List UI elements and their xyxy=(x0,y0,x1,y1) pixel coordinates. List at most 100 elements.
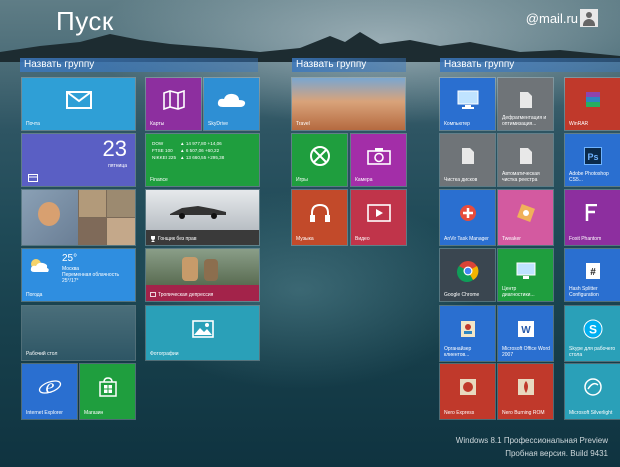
tile-racing[interactable]: Гонщик без прав xyxy=(145,189,260,246)
tile-nero-express[interactable]: Nero Express xyxy=(439,363,496,420)
calendar-icon xyxy=(28,174,38,182)
tile-label: Центр диагностики... xyxy=(502,286,535,298)
tile-label: Музыка xyxy=(296,236,314,242)
photoshop-icon: Ps xyxy=(583,146,602,165)
people-photo xyxy=(107,218,135,245)
monitor-icon xyxy=(516,262,535,279)
xbox-controller-icon xyxy=(309,145,330,166)
tile-label: AnVir Task Manager xyxy=(444,236,489,242)
tile-tweaker[interactable]: Tweaker xyxy=(497,189,554,246)
tile-label: Магазин xyxy=(84,410,104,416)
tile-label: SkyDrive xyxy=(208,121,229,127)
tile-maps[interactable]: Карты xyxy=(145,77,202,131)
tile-mail[interactable]: Почта xyxy=(21,77,136,131)
people-photo xyxy=(107,190,135,217)
tile-photoshop[interactable]: Ps Adobe Photoshop CS5... xyxy=(564,133,620,187)
news-image xyxy=(146,249,259,285)
photo-icon xyxy=(191,319,214,338)
calendar-day: 23 xyxy=(102,136,127,161)
tile-label: Гонщик без прав xyxy=(158,236,197,242)
people-photo xyxy=(79,218,106,245)
group-header-3[interactable]: Назвать группу xyxy=(440,58,620,72)
tile-store[interactable]: Магазин xyxy=(79,363,136,420)
tile-hashsplitter[interactable]: # Hash Splitter Configuration xyxy=(564,248,620,302)
tile-word[interactable]: W Microsoft Office Word 2007 xyxy=(497,305,554,362)
finance-list: DOW ▲ 14 977,80 +14,06 FTSE 100 ▲ 6 507,06… xyxy=(152,140,224,161)
video-play-icon xyxy=(366,204,391,222)
tile-weather[interactable]: 25° Москва Переменная облачность 25°/17°… xyxy=(21,248,136,302)
tile-organizer[interactable]: Органайзер клиентов... xyxy=(439,305,496,362)
chrome-icon xyxy=(456,260,478,282)
tile-winrar[interactable]: WinRAR xyxy=(564,77,620,131)
tile-computer[interactable]: Компьютер xyxy=(439,77,496,131)
nero-burning-icon xyxy=(517,379,534,396)
user-account-name[interactable]: @mail.ru xyxy=(526,11,578,26)
tile-travel[interactable]: Travel xyxy=(291,77,406,131)
tile-label: Погода xyxy=(26,292,43,298)
tile-label: Видео xyxy=(355,236,370,242)
camera-icon xyxy=(366,147,391,165)
tile-label: Чистка дисков xyxy=(444,177,478,183)
tile-regclean[interactable]: Автоматическая чистка реестра xyxy=(497,133,554,187)
tile-photos[interactable]: Фотографии xyxy=(145,305,260,361)
trophy-icon xyxy=(151,236,155,242)
tile-label: Камера xyxy=(355,177,373,183)
tile-label: Microsoft Silverlight xyxy=(569,410,613,416)
tile-label: Hash Splitter Configuration xyxy=(569,286,599,298)
nero-icon xyxy=(459,379,476,396)
tile-chrome[interactable]: Google Chrome xyxy=(439,248,496,302)
document-icon xyxy=(461,147,474,164)
tile-music[interactable]: Музыка xyxy=(291,189,348,246)
tile-internet-explorer[interactable]: e Internet Explorer xyxy=(21,363,78,420)
weather-range: 25°/17° xyxy=(62,278,79,284)
group-header-1[interactable]: Назвать группу xyxy=(20,58,258,72)
tile-label: Microsoft Office Word 2007 xyxy=(502,346,550,358)
tile-antivir[interactable]: AnVir Task Manager xyxy=(439,189,496,246)
tile-label: Органайзер клиентов... xyxy=(444,346,472,358)
tile-news[interactable]: Тропическая депрессия xyxy=(145,248,260,302)
tile-label: Карты xyxy=(150,121,165,127)
document-icon xyxy=(519,91,532,108)
partly-cloudy-icon xyxy=(30,259,49,272)
race-car-icon xyxy=(170,206,226,219)
person-face-icon xyxy=(38,202,60,226)
finance-row: FTSE 100 ▲ 6 507,06 +60,22 xyxy=(152,148,220,153)
svg-text:#: # xyxy=(590,267,596,278)
start-title: Пуск xyxy=(56,6,114,36)
tile-label: Skype для рабочего стола xyxy=(569,346,616,358)
tweaker-icon xyxy=(516,204,535,223)
user-avatar-icon[interactable] xyxy=(580,9,598,27)
tile-defrag[interactable]: Дефрагментация и оптимизация... xyxy=(497,77,554,131)
tile-calendar[interactable]: 23 пятница xyxy=(21,133,136,187)
tile-label: Tweaker xyxy=(502,236,521,242)
tile-label: Nero Burning ROM xyxy=(502,410,545,416)
tile-diskclean[interactable]: Чистка дисков xyxy=(439,133,496,187)
tile-label: Тропическая депрессия xyxy=(158,292,214,298)
tile-people[interactable] xyxy=(21,189,136,246)
tile-foxit[interactable]: Foxit Phantom xyxy=(564,189,620,246)
foxit-icon xyxy=(585,204,597,222)
tile-nero-burning[interactable]: Nero Burning ROM xyxy=(497,363,554,420)
tile-label: Internet Explorer xyxy=(26,410,63,416)
group-header-2[interactable]: Назвать группу xyxy=(292,58,406,72)
silverlight-icon xyxy=(583,378,602,396)
cloud-icon xyxy=(217,93,245,107)
tile-label: Игры xyxy=(296,177,308,183)
internet-explorer-icon: e xyxy=(38,376,61,398)
headphones-icon xyxy=(309,204,330,223)
tile-label: Finance xyxy=(150,177,168,183)
tile-desktop[interactable]: Рабочий стол xyxy=(21,305,136,361)
tile-label: Google Chrome xyxy=(444,292,480,298)
tile-camera[interactable]: Камера xyxy=(350,133,407,187)
tile-video[interactable]: Видео xyxy=(350,189,407,246)
envelope-icon xyxy=(65,90,92,109)
tile-diagcenter[interactable]: Центр диагностики... xyxy=(497,248,554,302)
tile-skydrive[interactable]: SkyDrive xyxy=(203,77,260,131)
tile-silverlight[interactable]: Microsoft Silverlight xyxy=(564,363,620,420)
map-icon xyxy=(162,89,185,110)
task-manager-icon xyxy=(459,205,476,222)
tile-games[interactable]: Игры xyxy=(291,133,348,187)
tile-skype[interactable]: S Skype для рабочего стола xyxy=(564,305,620,362)
tile-finance[interactable]: DOW ▲ 14 977,80 +14,06 FTSE 100 ▲ 6 507,06… xyxy=(145,133,260,187)
tile-label: Nero Express xyxy=(444,410,475,416)
